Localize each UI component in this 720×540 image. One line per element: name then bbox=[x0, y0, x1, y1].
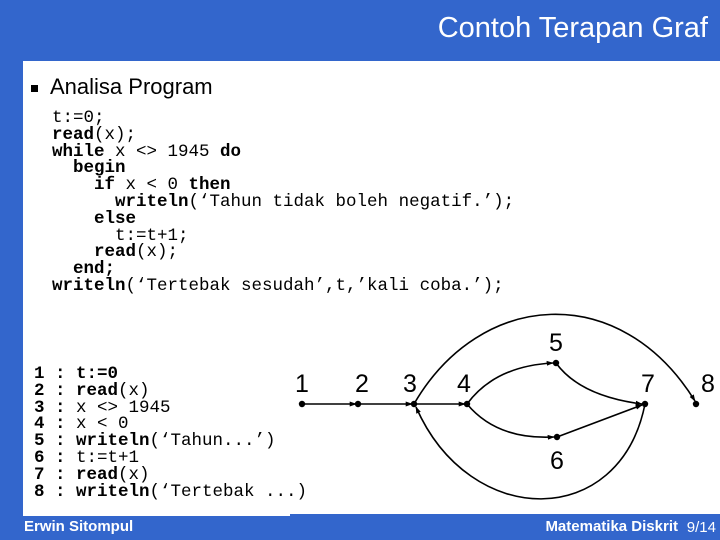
program-code: t:=0; read(x); while x <> 1945 do begin if… bbox=[52, 109, 515, 296]
code-line: read(x); bbox=[52, 242, 514, 263]
code-line: writeln(‘Tertebak sesudah’,t,’kali coba.… bbox=[52, 275, 514, 296]
code-text: (‘Tertebak ...) bbox=[149, 481, 308, 502]
statement-list: 1 : t:=0 2 : read(x) 3 : x <> 1945 4 : x < … bbox=[34, 365, 308, 502]
page-number: 9/14 bbox=[686, 519, 716, 536]
code-text: (‘Tertebak sesudah’,t,’kali coba.’); bbox=[125, 275, 504, 296]
code-keyword: writeln bbox=[76, 481, 150, 502]
slide-content: Analisa Program t:=0; read(x); while x <> … bbox=[23, 61, 720, 514]
code-keyword: do bbox=[220, 141, 242, 162]
footer-course: Matematika Diskrit bbox=[545, 518, 678, 535]
footer-author: Erwin Sitompul bbox=[24, 518, 134, 535]
statement-number: 8 : bbox=[34, 481, 77, 502]
code-text: (‘Tahun...’) bbox=[149, 431, 276, 452]
code-text: (x); bbox=[136, 242, 179, 263]
bullet-heading: Analisa Program bbox=[31, 74, 213, 100]
statement-item: 8 : writeln(‘Tertebak ...) bbox=[34, 481, 308, 502]
content-extension bbox=[23, 510, 290, 516]
code-text: (‘Tahun tidak boleh negatif.’); bbox=[188, 191, 515, 212]
slide-title: Contoh Terapan Graf bbox=[437, 12, 708, 44]
square-bullet-icon bbox=[31, 84, 38, 92]
bullet-heading-text: Analisa Program bbox=[50, 74, 213, 99]
code-keyword: writeln bbox=[52, 275, 126, 296]
